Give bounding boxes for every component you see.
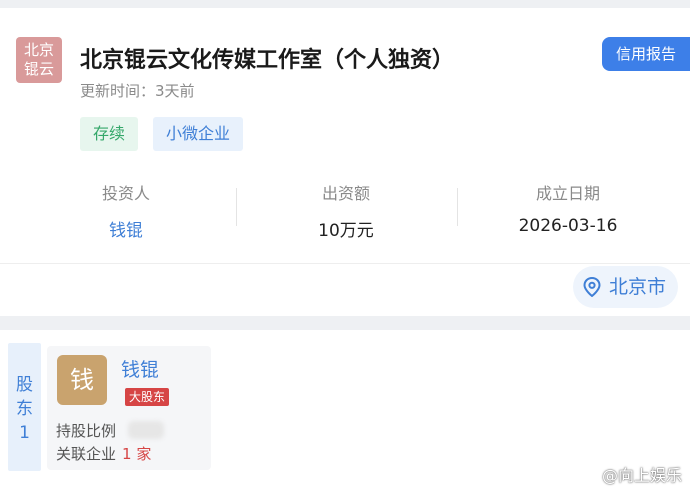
- location-pin-icon: [583, 276, 601, 298]
- shareholder-tab-count: 1: [19, 423, 30, 443]
- avatar: 钱: [57, 355, 107, 405]
- investor-label: 投资人: [101, 184, 150, 203]
- shareholder-tab-char: 股: [16, 375, 33, 395]
- founded-value: 2026-03-16: [518, 216, 618, 236]
- investor-column: 投资人 钱锟: [76, 180, 176, 241]
- location-chip[interactable]: 北京市: [572, 266, 678, 308]
- scale-tag: 小微企业: [153, 117, 244, 151]
- logo-line-2: 锟云: [23, 60, 54, 78]
- watermark-text: @向上娱乐: [601, 466, 682, 485]
- credit-report-button[interactable]: 信用报告: [602, 37, 690, 71]
- company-name: 北京锟云文化传媒工作室（个人独资）: [80, 48, 455, 73]
- capital-label: 出资额: [321, 184, 370, 203]
- capital-column: 出资额 10万元: [296, 180, 396, 241]
- investor-link[interactable]: 钱锟: [76, 216, 176, 241]
- shareholder-tab[interactable]: 股 东 1: [8, 343, 41, 471]
- update-time: 更新时间：3天前: [80, 82, 195, 100]
- logo-line-1: 北京: [23, 41, 54, 59]
- status-tag: 存续: [80, 117, 139, 151]
- related-companies[interactable]: 关联企业 1 家: [56, 443, 151, 464]
- founded-label: 成立日期: [535, 184, 600, 203]
- founded-column: 成立日期 2026-03-16: [508, 180, 628, 236]
- location-label: 北京市: [608, 276, 666, 298]
- separator: [0, 263, 690, 264]
- share-ratio-label: 持股比例: [56, 422, 117, 440]
- divider: [236, 188, 237, 226]
- related-count: 1 家: [122, 445, 152, 463]
- related-label: 关联企业: [56, 445, 117, 463]
- shareholder-name[interactable]: 钱锟: [121, 355, 159, 382]
- weibo-icon: [572, 468, 593, 484]
- capital-value: 10万元: [318, 221, 374, 241]
- watermark: @向上娱乐: [572, 462, 682, 486]
- major-shareholder-badge: 大股东: [125, 388, 170, 406]
- company-logo: 北京 锟云: [16, 37, 62, 83]
- divider: [457, 188, 458, 226]
- blurred-ratio-value: [128, 421, 164, 439]
- shareholder-tab-char: 东: [16, 399, 33, 419]
